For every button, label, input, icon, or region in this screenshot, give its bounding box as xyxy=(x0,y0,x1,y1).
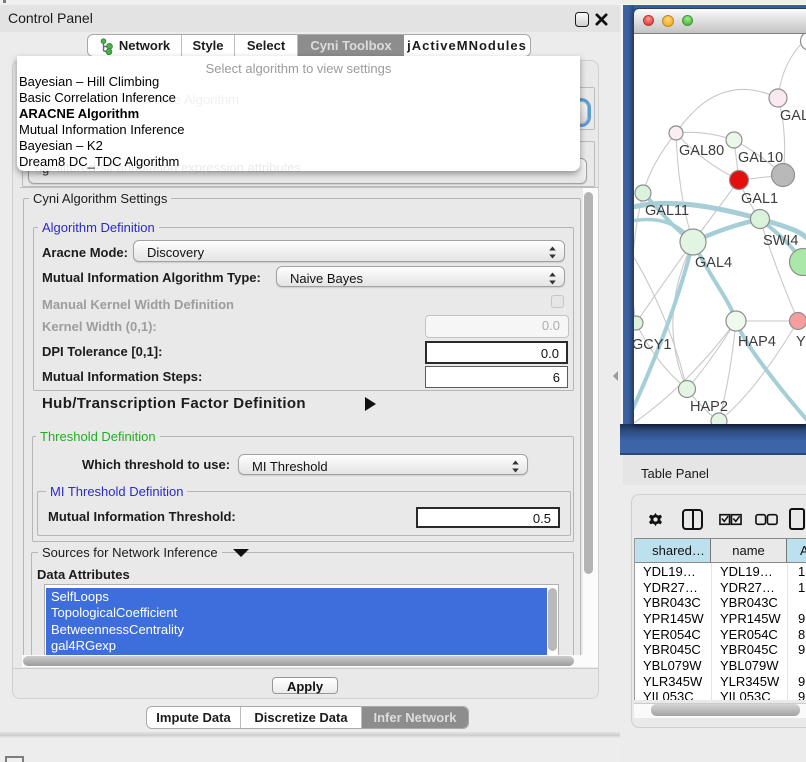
svg-text:GAL4: GAL4 xyxy=(695,255,732,271)
svg-text:GAL80: GAL80 xyxy=(679,143,724,159)
svg-text:GAL7: GAL7 xyxy=(780,108,806,124)
svg-text:HAP2: HAP2 xyxy=(690,399,728,415)
svg-text:SWI4: SWI4 xyxy=(763,233,798,249)
svg-text:GAL1: GAL1 xyxy=(741,191,778,207)
svg-text:GAL10: GAL10 xyxy=(738,150,783,166)
svg-text:HAP4: HAP4 xyxy=(738,334,776,350)
svg-text:Y: Y xyxy=(796,334,806,350)
svg-text:GCY1: GCY1 xyxy=(634,337,672,353)
svg-text:GAL11: GAL11 xyxy=(645,203,689,219)
